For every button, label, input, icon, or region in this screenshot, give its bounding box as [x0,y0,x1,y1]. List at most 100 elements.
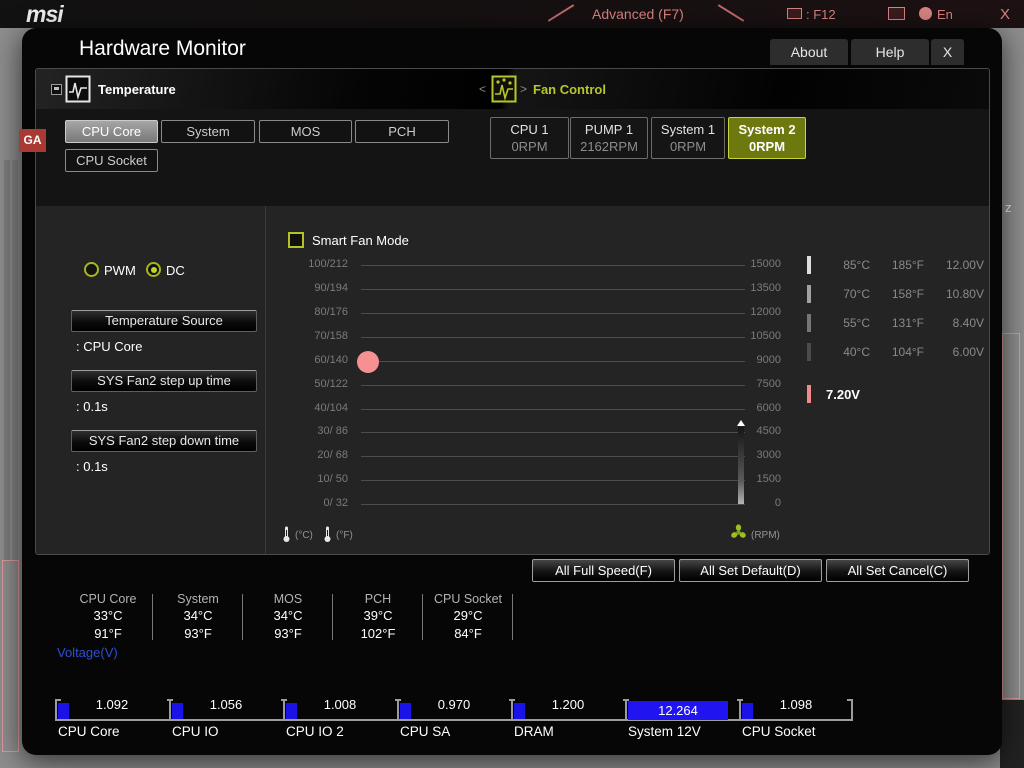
fan-control-section-label: Fan Control [533,82,606,97]
rpm-tick-label: 10500 [750,330,781,342]
fan-control-chart-icon [491,74,517,108]
fan-rpm: 0RPM [511,139,548,154]
background-dark-block [1000,700,1024,768]
gauge-volt: 6.00V [952,345,984,359]
readout-name: CPU Socket [433,592,503,606]
fan-slider-arrow[interactable] [737,420,745,426]
gauge-bar [807,256,811,274]
smart-fan-checkbox[interactable] [288,232,304,248]
rpm-tick-label: 9000 [756,354,781,366]
chevron-left-icon[interactable]: < [479,82,486,96]
background-band [4,160,10,560]
panel-header: Temperature < > Fan Control [36,69,989,109]
readout-name: System [177,592,219,606]
readout-celsius: 34°C [273,608,303,623]
voltage-rail-label: CPU Socket [742,724,816,739]
monitor-icon [888,7,905,20]
all-set-cancel-button[interactable]: All Set Cancel(C) [826,559,969,582]
gridline [361,432,745,433]
gridline [361,504,745,505]
fan-tab-system1[interactable]: System 1 0RPM [651,117,725,159]
decorative-slash [717,4,745,22]
background-band [12,160,18,560]
readout-name: CPU Core [79,592,137,606]
msi-logo: msi [26,1,64,27]
readout-celsius: 33°C [93,608,123,623]
tab-system[interactable]: System [161,120,255,143]
temperature-section-label: Temperature [98,82,176,97]
background-text-fragment: z [1005,200,1012,215]
readout-pch: PCH 39°C 102°F [334,592,422,643]
readout-fahrenheit: 91°F [94,626,122,641]
voltage-rail-label: CPU IO 2 [286,724,344,739]
gauge-row: 55°C 131°F 8.40V [816,316,989,330]
rpm-tick-label: 6000 [756,402,781,414]
window-toggle-icon[interactable] [51,84,62,95]
readout-name: PCH [364,592,392,606]
graph-row: 10/ 50 1500 [36,473,989,487]
fan-name: System 2 [738,122,796,137]
graph-row: 40/104 6000 [36,402,989,416]
readout-system: System 34°C 93°F [154,592,242,643]
gauge-temp-c: 55°C [843,316,870,330]
temp-tick-label: 60/140 [314,354,348,366]
rpm-tick-label: 12000 [750,306,781,318]
gauge-bar [807,343,811,361]
fan-speed-slider[interactable] [738,427,744,504]
fan-tab-pump1[interactable]: PUMP 1 2162RPM [570,117,648,159]
fan-name: System 1 [660,122,716,137]
bios-screen: msi Advanced (F7) : F12 En X z GA Hardwa… [0,0,1024,768]
close-button[interactable]: X [931,39,964,65]
gauge-volt: 10.80V [945,287,984,301]
readout-divider [512,594,513,640]
readout-fahrenheit: 102°F [360,626,396,641]
all-set-default-button[interactable]: All Set Default(D) [679,559,822,582]
voltage-rail-label: DRAM [514,724,554,739]
readout-celsius: 39°C [363,608,393,623]
tab-cpu-socket[interactable]: CPU Socket [65,149,158,172]
chevron-right-icon[interactable]: > [520,82,527,96]
gauge-temp-f: 185°F [891,258,924,272]
screenshot-icon [787,8,802,19]
tab-pch[interactable]: PCH [355,120,449,143]
rpm-unit-label: (RPM) [751,530,780,541]
voltage-value: 1.056 [209,697,243,712]
fan-rpm: 0RPM [748,139,786,154]
ruler-baseline [55,719,853,721]
readout-divider [332,594,333,640]
gauge-bar [807,314,811,332]
readout-divider [422,594,423,640]
tab-cpu-core[interactable]: CPU Core [65,120,158,143]
help-button[interactable]: Help [851,39,929,65]
fan-tab-system2[interactable]: System 2 0RPM [728,117,806,159]
all-full-speed-button[interactable]: All Full Speed(F) [532,559,675,582]
readout-divider [242,594,243,640]
fan-name: CPU 1 [510,122,549,137]
voltage-value: 0.970 [437,697,471,712]
gridline [361,313,745,314]
tab-mos[interactable]: MOS [259,120,352,143]
gauge-row: 40°C 104°F 6.00V [816,345,989,359]
about-button[interactable]: About [770,39,848,65]
fan-curve-point-handle[interactable] [357,351,379,373]
temp-tick-label: 90/194 [314,282,348,294]
f12-hotkey-label: : F12 [806,7,836,22]
readout-name: MOS [273,592,303,606]
temp-tick-label: 30/ 86 [317,425,348,437]
readout-fahrenheit: 84°F [454,626,482,641]
rpm-tick-label: 7500 [756,378,781,390]
temperature-chart-icon [65,75,91,108]
readout-fahrenheit: 93°F [184,626,212,641]
gridline [361,456,745,457]
readout-mos: MOS 34°C 93°F [244,592,332,643]
temp-tick-label: 0/ 32 [323,497,348,509]
fan-tab-cpu1[interactable]: CPU 1 0RPM [490,117,569,159]
voltage-rail-label: System 12V [628,724,701,739]
gridline [361,289,745,290]
language-label: En [937,7,953,22]
gauge-temp-c: 85°C [843,258,870,272]
graph-row: 70/158 10500 [36,330,989,344]
gridline [361,409,745,410]
temp-tick-label: 100/212 [308,258,348,270]
gauge-temp-c: 70°C [843,287,870,301]
